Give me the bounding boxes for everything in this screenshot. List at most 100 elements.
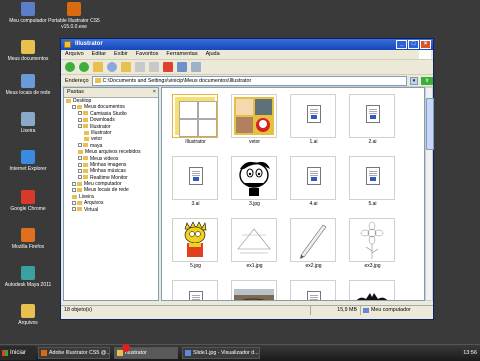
desktop-icon[interactable]: Mozilla Firefox — [0, 228, 56, 250]
status-objects: 18 objeto(s) — [61, 306, 311, 315]
image-thumbnail — [239, 161, 270, 196]
taskbar-button-label: Adobe Illustrator CS5 @... — [49, 350, 110, 356]
undo-icon[interactable] — [177, 62, 187, 72]
desktop-icon-label: Meus documentos — [7, 56, 49, 62]
views-icon[interactable] — [191, 62, 201, 72]
file-item[interactable]: 2.ai — [343, 92, 402, 154]
file-item[interactable] — [343, 278, 402, 300]
folder-icon — [77, 188, 82, 193]
taskbar-button[interactable]: Slide1.jpg - Visualizador d... — [182, 347, 260, 359]
tree-item-label: Virtual — [84, 206, 99, 213]
mouse-cursor-indicator — [122, 344, 130, 352]
desktop-icon[interactable]: Internet Explorer — [0, 150, 56, 172]
file-thumbnail — [290, 218, 336, 262]
expand-icon[interactable] — [78, 175, 82, 180]
file-thumbnail — [231, 280, 277, 300]
file-item[interactable]: ex1.jpg — [225, 216, 284, 278]
file-item[interactable]: 4.ai — [284, 154, 343, 216]
desktop-icon[interactable]: Portable Illustrator CS5 v15.0.0.exe — [46, 2, 102, 30]
file-item[interactable]: 1.ai — [284, 92, 343, 154]
file-item[interactable]: 5.jpg — [166, 216, 225, 278]
expand-icon[interactable] — [78, 162, 82, 167]
expand-icon[interactable] — [72, 181, 76, 186]
menu-ferramentas[interactable]: Ferramentas — [166, 50, 197, 59]
close-button[interactable]: × — [420, 40, 431, 49]
menu-ajuda[interactable]: Ajuda — [206, 50, 220, 59]
expand-icon[interactable] — [78, 156, 82, 161]
file-item[interactable] — [225, 278, 284, 300]
folders-icon[interactable] — [121, 62, 131, 72]
desktop-icon[interactable]: Meus documentos — [0, 40, 56, 62]
desktop-icon[interactable]: Lixeira — [0, 112, 56, 134]
app-icon — [185, 350, 191, 356]
minimize-button[interactable]: _ — [396, 40, 407, 49]
image-thumbnail — [234, 97, 274, 135]
menu-arquivo[interactable]: Arquivo — [65, 50, 84, 59]
scrollbar-thumb[interactable] — [426, 98, 434, 150]
expand-icon[interactable] — [72, 188, 76, 193]
delete-icon[interactable] — [163, 62, 173, 72]
expand-icon[interactable] — [78, 168, 82, 173]
desktop-icon[interactable]: Meus locais de rede — [0, 74, 56, 96]
maximize-button[interactable]: □ — [408, 40, 419, 49]
close-icon[interactable]: × — [153, 88, 156, 97]
expand-icon[interactable] — [78, 143, 82, 148]
desktop-icon-label: Autodesk Maya 2011 — [4, 282, 52, 288]
file-thumbnail — [172, 280, 218, 300]
search-icon[interactable] — [107, 62, 117, 72]
expand-icon[interactable] — [72, 207, 76, 212]
chevron-down-icon[interactable]: ▾ — [410, 76, 418, 85]
menu-favoritos[interactable]: Favoritos — [136, 50, 159, 59]
forward-icon[interactable] — [79, 62, 89, 72]
file-item[interactable]: 5.ai — [343, 154, 402, 216]
file-item[interactable]: ex3.jpg — [343, 216, 402, 278]
file-item[interactable]: 3.ai — [166, 154, 225, 216]
back-icon[interactable] — [65, 62, 75, 72]
desktop-icon-image — [21, 266, 35, 280]
file-name: 5.ai — [368, 201, 377, 207]
folder-icon — [83, 156, 88, 161]
desktop-icon[interactable]: Arquivos — [0, 304, 56, 326]
desktop-icon[interactable]: Autodesk Maya 2011 — [0, 266, 56, 288]
start-button[interactable]: Iniciar — [0, 346, 36, 360]
folder-icon — [77, 200, 82, 205]
file-item[interactable]: ex2.jpg — [284, 216, 343, 278]
file-item[interactable] — [166, 278, 225, 300]
tree-item-label: Meus locais de rede — [84, 187, 129, 194]
folder-thumbnail-image — [175, 97, 217, 137]
expand-icon[interactable] — [72, 105, 76, 110]
desktop-icon[interactable]: Google Chrome — [0, 190, 56, 212]
copy-to-icon[interactable] — [149, 62, 159, 72]
menu-exibir[interactable]: Exibir — [114, 50, 128, 59]
taskbar-button[interactable]: Adobe Illustrator CS5 @... — [38, 347, 110, 359]
move-to-icon[interactable] — [135, 62, 145, 72]
vertical-scrollbar[interactable] — [425, 87, 434, 301]
address-input[interactable]: C:\Documents and Settings\vinicip\Meus d… — [91, 75, 407, 86]
windows-flag-icon — [2, 350, 8, 356]
menu-editar[interactable]: Editar — [92, 50, 106, 59]
desktop-icon-label: Google Chrome — [10, 206, 46, 212]
folder-icon — [83, 168, 88, 173]
file-name: Illustrator — [185, 139, 206, 145]
start-label: Iniciar — [10, 350, 27, 356]
expand-icon[interactable] — [78, 111, 82, 116]
status-location: Meu computador — [361, 306, 433, 315]
expand-icon[interactable] — [72, 200, 76, 205]
expand-icon[interactable] — [78, 117, 82, 122]
folder-up-icon[interactable] — [93, 62, 103, 72]
file-view: Illustrator vetor 1.ai 2.ai 3.ai 3.jpg 4.ai 5.a… — [161, 87, 425, 301]
go-button[interactable]: Ir — [421, 76, 433, 85]
windows-logo-icon — [419, 50, 431, 59]
file-item[interactable]: 3.jpg — [225, 154, 284, 216]
file-name: vetor — [248, 139, 261, 145]
tree-item[interactable]: Virtual — [64, 207, 158, 213]
address-bar: Endereço C:\Documents and Settings\vinic… — [61, 75, 433, 87]
file-item[interactable]: vetor — [225, 92, 284, 154]
expand-icon[interactable] — [78, 124, 82, 129]
title-bar[interactable]: Illustrator _ □ × — [61, 39, 433, 50]
tree-item-label: Illustrator — [90, 123, 111, 130]
address-label: Endereço — [65, 77, 89, 84]
clock: 13:56 — [463, 350, 477, 356]
file-item[interactable] — [284, 278, 343, 300]
file-item[interactable]: Illustrator — [166, 92, 225, 154]
